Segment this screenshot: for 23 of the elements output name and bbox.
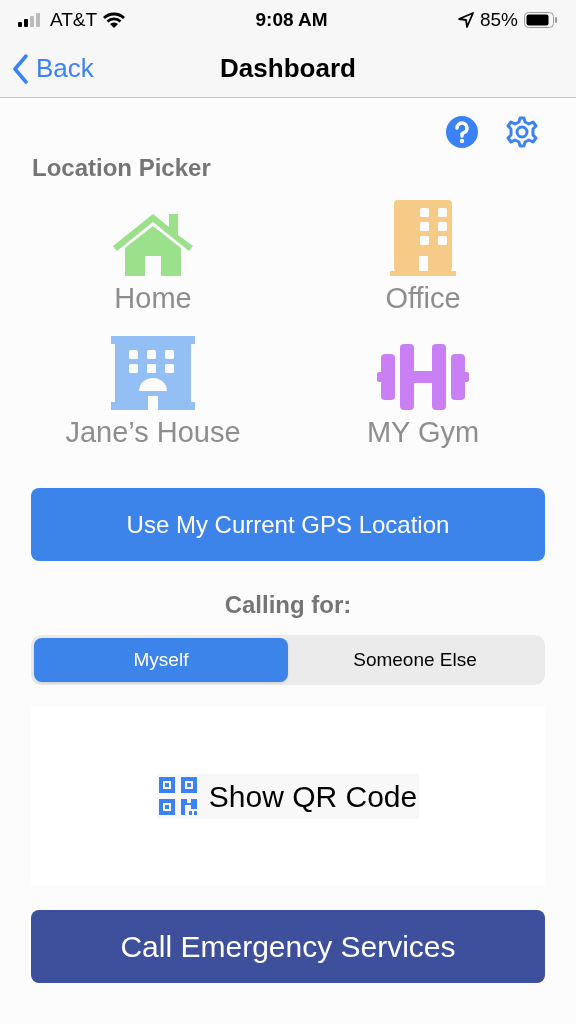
- back-button[interactable]: Back: [12, 49, 94, 88]
- battery-percent-text: 85%: [479, 7, 518, 32]
- location-option[interactable]: Home: [18, 196, 288, 316]
- wifi-icon: [103, 12, 126, 28]
- location-arrow-icon: [457, 12, 474, 28]
- emergency-call-button[interactable]: Call Emergency Services: [31, 910, 545, 983]
- segment-tab[interactable]: Someone Else: [288, 638, 542, 682]
- location-option[interactable]: Office: [288, 196, 558, 316]
- screen-title: Dashboard: [220, 52, 356, 85]
- gps-location-button[interactable]: Use My Current GPS Location: [31, 488, 545, 561]
- carrier-text: AT&T: [50, 7, 98, 32]
- clock-text: 9:08 AM: [255, 7, 328, 32]
- show-qr-code-button[interactable]: Show QR Code: [156, 773, 420, 819]
- calling-for-label: Calling for:: [224, 590, 352, 620]
- location-option[interactable]: MY Gym: [288, 330, 558, 450]
- settings-icon[interactable]: [506, 116, 538, 148]
- battery-icon: [524, 12, 558, 28]
- segment-tab[interactable]: Myself: [34, 638, 288, 682]
- chevron-left-icon: [12, 53, 28, 84]
- qr-code-icon: [158, 777, 197, 815]
- section-title: Location Picker: [31, 153, 212, 183]
- location-option[interactable]: Jane’s House: [18, 330, 288, 450]
- help-icon[interactable]: [446, 116, 478, 148]
